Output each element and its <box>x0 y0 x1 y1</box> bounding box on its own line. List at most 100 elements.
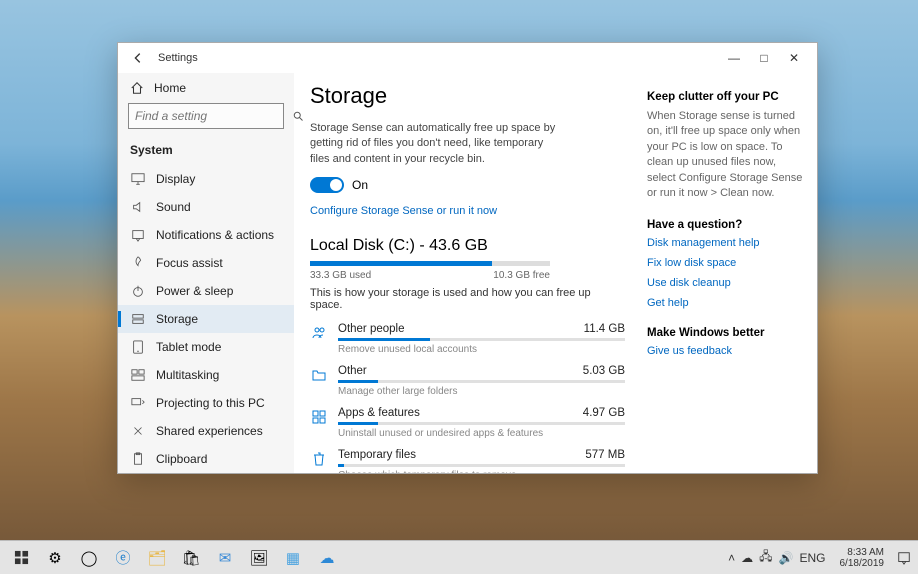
taskbar-onedrive-icon[interactable]: ☁ <box>310 544 344 572</box>
sound-icon <box>130 200 146 214</box>
sidebar-item-focus-assist[interactable]: Focus assist <box>118 249 294 277</box>
maximize-button[interactable]: □ <box>749 46 779 70</box>
sidebar-item-label: Storage <box>156 312 198 326</box>
storage-icon <box>130 312 146 326</box>
sidebar-item-sound[interactable]: Sound <box>118 193 294 221</box>
tip-description: When Storage sense is turned on, it'll f… <box>647 109 805 201</box>
multitask-icon <box>130 368 146 382</box>
sidebar-home[interactable]: Home <box>118 73 294 103</box>
apps-icon <box>310 408 328 426</box>
tray-onedrive-icon[interactable]: ☁ <box>741 551 753 565</box>
tray-network-icon[interactable]: 🖧 <box>759 547 772 568</box>
feedback-title: Make Windows better <box>647 327 805 339</box>
sidebar-item-display[interactable]: Display <box>118 165 294 193</box>
storage-category-temporary-files[interactable]: Temporary files 577 MB Choose which tempor… <box>310 449 625 473</box>
power-icon <box>130 284 146 298</box>
sidebar-item-label: Shared experiences <box>156 424 263 438</box>
tray-language[interactable]: ENG <box>799 551 825 565</box>
help-link-use-disk-cleanup[interactable]: Use disk cleanup <box>647 277 805 289</box>
category-bar <box>338 422 625 425</box>
category-name: Temporary files <box>338 449 416 461</box>
taskbar-photos-icon[interactable]: 🖼 <box>242 544 276 572</box>
sidebar-item-label: Clipboard <box>156 452 207 466</box>
page-heading: Storage <box>310 83 625 109</box>
sidebar-item-tablet-mode[interactable]: Tablet mode <box>118 333 294 361</box>
minimize-button[interactable]: — <box>719 46 749 70</box>
disk-used-label: 33.3 GB used <box>310 270 371 281</box>
taskbar: ⚙ ◯ ⓔ 🗂 🛍 ✉ 🖼 ▦ ☁ ˄ ☁ 🖧 🔊 ENG 8:33 AM 6/… <box>0 540 918 574</box>
sidebar-item-power-sleep[interactable]: Power & sleep <box>118 277 294 305</box>
info-pane: Keep clutter off your PC When Storage se… <box>647 73 817 473</box>
back-button[interactable] <box>126 46 150 70</box>
disk-free-label: 10.3 GB free <box>493 270 550 281</box>
sidebar-item-multitasking[interactable]: Multitasking <box>118 361 294 389</box>
storage-category-apps-features[interactable]: Apps & features4.97 GBUninstall unused o… <box>310 407 625 439</box>
sidebar-home-label: Home <box>154 81 186 95</box>
storage-category-other[interactable]: Other5.03 GBManage other large folders <box>310 365 625 397</box>
sidebar-item-notifications-actions[interactable]: Notifications & actions <box>118 221 294 249</box>
category-hint: Uninstall unused or undesired apps & fea… <box>338 428 625 439</box>
close-button[interactable]: ✕ <box>779 46 809 70</box>
sidebar-item-label: Projecting to this PC <box>156 396 265 410</box>
feedback-link[interactable]: Give us feedback <box>647 345 805 357</box>
taskbar-clock[interactable]: 8:33 AM 6/18/2019 <box>834 547 891 569</box>
sidebar-item-label: Display <box>156 172 195 186</box>
storage-category-other-people[interactable]: Other people11.4 GBRemove unused local a… <box>310 323 625 355</box>
action-center-icon[interactable] <box>894 544 914 572</box>
sidebar-item-label: Notifications & actions <box>156 228 274 242</box>
taskbar-date: 6/18/2019 <box>840 558 885 569</box>
tablet-icon <box>130 340 146 354</box>
sidebar-item-label: Multitasking <box>156 368 219 382</box>
category-name: Other people <box>338 323 405 335</box>
titlebar: Settings — □ ✕ <box>118 43 817 73</box>
category-name: Other <box>338 365 367 377</box>
tray-volume-icon[interactable]: 🔊 <box>779 551 794 565</box>
settings-window: Settings — □ ✕ Home Syste <box>117 42 818 474</box>
disk-title: Local Disk (C:) - 43.6 GB <box>310 237 625 255</box>
folder-icon <box>310 366 328 384</box>
project-icon <box>130 396 146 410</box>
taskbar-store-icon[interactable]: 🛍 <box>174 544 208 572</box>
sidebar-item-shared-experiences[interactable]: Shared experiences <box>118 417 294 445</box>
taskbar-settings-icon[interactable]: ⚙ <box>38 544 72 572</box>
nav-list: Display Sound Notifications & actions Focus… <box>118 165 294 473</box>
category-hint: Choose which temporary files to remove <box>338 470 625 473</box>
taskbar-explorer-icon[interactable]: 🗂 <box>140 544 174 572</box>
sidebar-item-label: Tablet mode <box>156 340 221 354</box>
category-size: 577 MB <box>585 449 625 461</box>
clipboard-icon <box>130 452 146 466</box>
content-area: Storage Storage Sense can automatically … <box>294 73 647 473</box>
taskbar-cortana-icon[interactable]: ◯ <box>72 544 106 572</box>
help-link-get-help[interactable]: Get help <box>647 297 805 309</box>
sidebar-item-storage[interactable]: Storage <box>118 305 294 333</box>
category-bar <box>338 464 625 467</box>
storage-sense-toggle[interactable] <box>310 177 344 193</box>
search-input[interactable] <box>135 109 292 123</box>
people-icon <box>310 324 328 342</box>
start-button[interactable] <box>4 544 38 572</box>
help-link-fix-low-disk-space[interactable]: Fix low disk space <box>647 257 805 269</box>
storage-sense-description: Storage Sense can automatically free up … <box>310 121 560 167</box>
taskbar-mail-icon[interactable]: ✉ <box>208 544 242 572</box>
category-size: 11.4 GB <box>584 323 625 335</box>
category-bar <box>338 338 625 341</box>
search-box[interactable] <box>128 103 284 129</box>
taskbar-edge-icon[interactable]: ⓔ <box>106 544 140 572</box>
sidebar: Home System DisplaySoundNotifications & … <box>118 73 294 473</box>
sidebar-item-clipboard[interactable]: Clipboard <box>118 445 294 473</box>
display-icon <box>130 172 146 186</box>
question-title: Have a question? <box>647 219 805 231</box>
sidebar-item-label: Sound <box>156 200 191 214</box>
notifications-icon <box>130 228 146 242</box>
shared-icon <box>130 424 146 438</box>
taskbar-time: 8:33 AM <box>840 547 885 558</box>
configure-storage-sense-link[interactable]: Configure Storage Sense or run it now <box>310 205 497 217</box>
taskbar-app-icon[interactable]: ▦ <box>276 544 310 572</box>
disk-description: This is how your storage is used and how… <box>310 287 625 311</box>
sidebar-item-projecting-to-this-pc[interactable]: Projecting to this PC <box>118 389 294 417</box>
toggle-state-label: On <box>352 178 368 192</box>
tray-chevron-icon[interactable]: ˄ <box>728 551 735 565</box>
help-link-disk-management-help[interactable]: Disk management help <box>647 237 805 249</box>
category-size: 5.03 GB <box>583 365 625 377</box>
category-name: Apps & features <box>338 407 420 419</box>
